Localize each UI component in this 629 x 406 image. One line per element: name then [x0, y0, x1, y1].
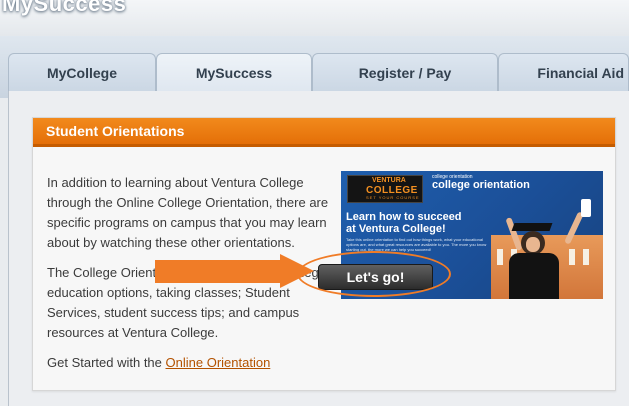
tab-financial-aid[interactable]: Financial Aid: [498, 53, 629, 91]
right-arrow-annotation-icon: [155, 260, 283, 283]
get-started-prefix: Get Started with the: [47, 355, 166, 370]
right-arrow-head-icon: [280, 254, 314, 288]
content-left-rule: [8, 91, 9, 406]
tab-mysuccess[interactable]: MySuccess: [156, 53, 312, 91]
panel-title: Student Orientations: [46, 123, 185, 139]
tab-register-pay[interactable]: Register / Pay: [312, 53, 498, 91]
tab-mycollege[interactable]: MyCollege: [8, 53, 156, 91]
lets-go-button[interactable]: Let's go!: [318, 264, 433, 290]
banner-headline-line2: at Ventura College!: [346, 223, 446, 235]
site-title: MySuccess: [2, 0, 127, 16]
intro-paragraph: In addition to learning about Ventura Co…: [47, 175, 329, 250]
graduate-gown: [509, 253, 559, 299]
ventura-college-logo: VENTURA COLLEGE SET YOUR COURSE: [347, 175, 423, 203]
banner-fine-print: Take this online orientation to find out…: [346, 237, 487, 252]
panel-header: Student Orientations: [33, 118, 615, 147]
logo-tagline-text: SET YOUR COURSE: [366, 195, 420, 200]
top-bar: MySuccess: [0, 0, 629, 36]
student-orientations-panel: Student Orientations In addition to lear…: [32, 117, 616, 391]
online-orientation-link[interactable]: Online Orientation: [166, 355, 271, 370]
logo-top-text: VENTURA: [372, 177, 406, 184]
get-started-line: Get Started with the Online Orientation: [47, 353, 329, 373]
banner-heading: college orientation: [432, 179, 530, 191]
diploma-icon: [581, 199, 591, 217]
graduate-face: [526, 237, 540, 252]
graduation-cap-icon: [511, 223, 553, 231]
banner-headline-line1: Learn how to succeed: [346, 211, 462, 223]
